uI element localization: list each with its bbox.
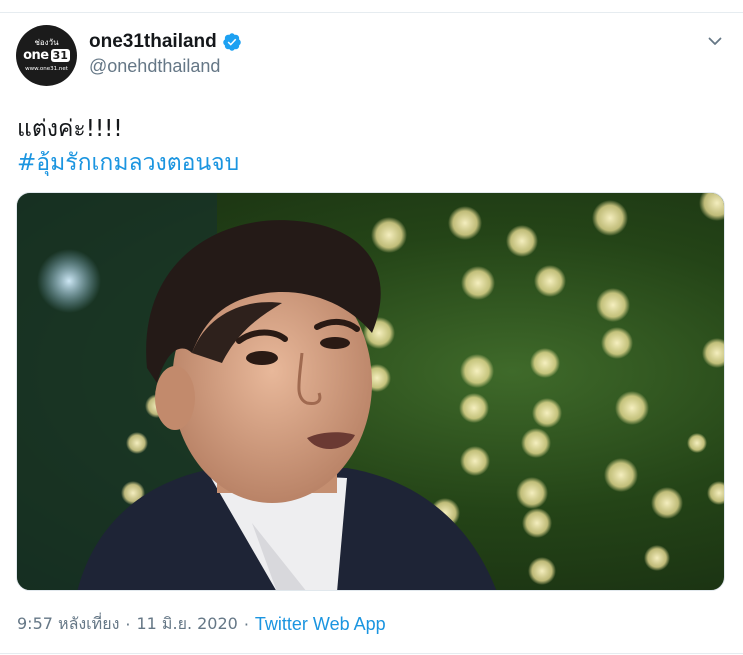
avatar[interactable]: ช่องวัน one 31 www.one31.net [16, 25, 77, 86]
meta-separator: · [243, 614, 249, 634]
meta-separator: · [125, 614, 131, 634]
tweet-text: แต่งค่ะ!!!! #อุ้มรักเกมลวงตอนจบ [17, 112, 717, 180]
tweet-time[interactable]: 9:57 หลังเที่ยง [17, 612, 119, 637]
chevron-down-icon[interactable] [704, 30, 726, 52]
avatar-url-text: www.one31.net [25, 66, 68, 72]
video-frame [17, 193, 724, 590]
tweet-body: แต่งค่ะ!!!! [17, 116, 123, 142]
tweet-source-link[interactable]: Twitter Web App [255, 614, 386, 635]
tweet-meta: 9:57 หลังเที่ยง · 11 มิ.ย. 2020 · Twitte… [17, 612, 386, 636]
tweet-media-video[interactable] [16, 192, 725, 591]
verified-badge-icon [222, 32, 242, 52]
bottom-divider [0, 653, 743, 654]
hashtag-link[interactable]: #อุ้มรักเกมลวงตอนจบ [17, 146, 717, 180]
avatar-logo-number: 31 [50, 49, 70, 62]
tweet-date[interactable]: 11 มิ.ย. 2020 [136, 612, 237, 637]
avatar-logo: one 31 [23, 47, 70, 64]
author-name-row[interactable]: one31thailand [89, 30, 242, 54]
handle[interactable]: @onehdthailand [89, 56, 220, 77]
display-name[interactable]: one31thailand [89, 31, 217, 53]
avatar-logo-text: one [23, 48, 49, 63]
top-divider [0, 12, 743, 13]
